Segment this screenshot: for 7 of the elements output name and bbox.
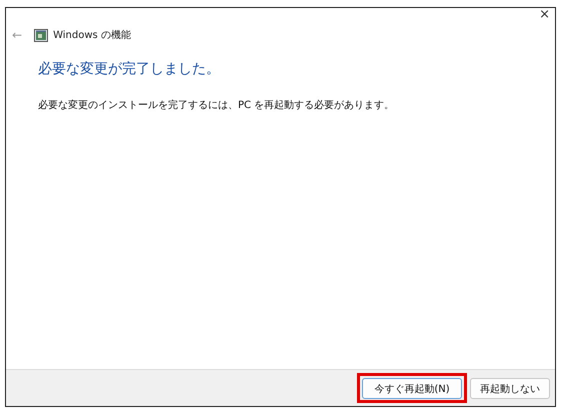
dialog-button[interactable]: 今すぐ再起動(N) xyxy=(362,378,462,400)
heading: 必要な変更が完了しました。 xyxy=(38,60,221,78)
message-text: 必要な変更のインストールを完了するには、PC を再起動する必要があります。 xyxy=(38,98,396,112)
window-icon xyxy=(34,28,48,42)
window-title: Windows の機能 xyxy=(53,28,131,42)
dialog-button[interactable]: 再起動しない xyxy=(470,378,550,400)
close-button[interactable]: × xyxy=(534,8,555,22)
